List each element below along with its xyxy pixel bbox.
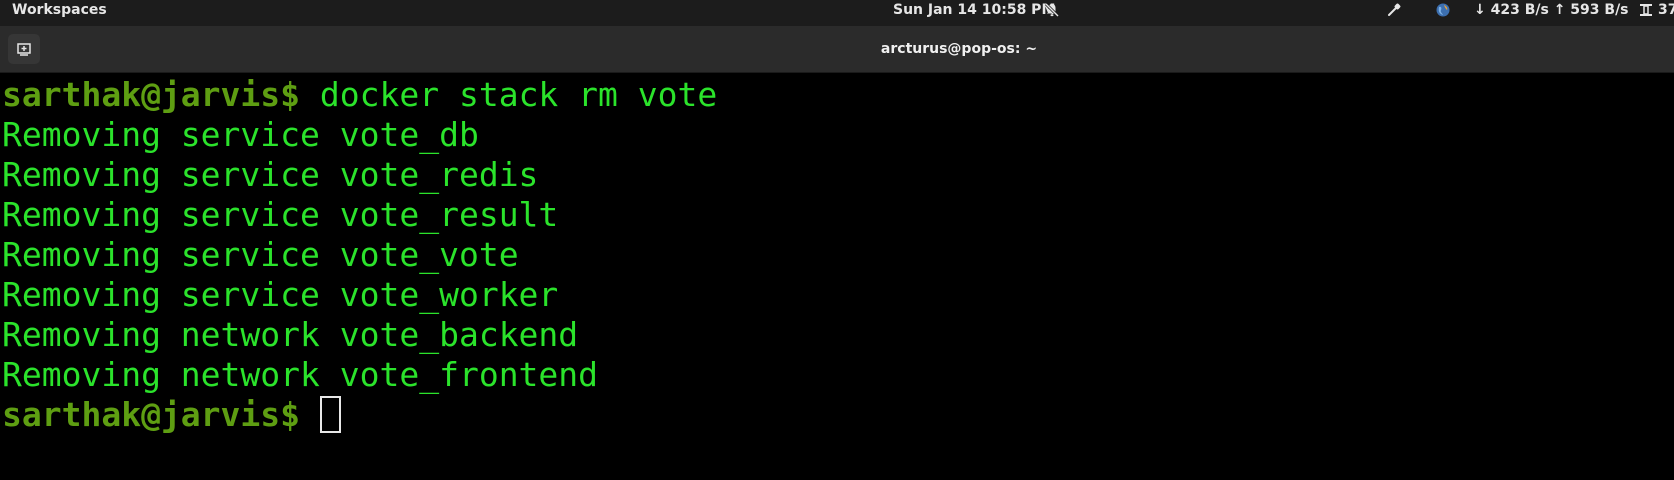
command-text: docker stack rm vote [319,75,718,114]
output-line: Removing service vote_db [2,115,479,154]
output-line: Removing service vote_worker [2,275,559,314]
pipette-icon[interactable] [1386,0,1402,26]
text-cursor [319,396,341,433]
globe-icon[interactable] [1435,0,1451,26]
terminal-header-bar: arcturus@pop-os: ~ [0,26,1674,73]
network-speed-indicator[interactable]: ↓ 423 B/s ↑ 593 B/s [1474,0,1629,26]
workspaces-button[interactable]: Workspaces [12,0,107,26]
window-title: arcturus@pop-os: ~ [880,41,1038,57]
output-line: Removing service vote_redis [2,155,539,194]
bell-off-icon[interactable] [1044,0,1060,26]
shell-prompt: sarthak@jarvis$ [2,395,301,434]
output-line: Removing service vote_vote [2,235,519,274]
system-monitor-icon[interactable] [1638,0,1654,26]
output-line: Removing network vote_frontend [2,355,599,394]
terminal-output[interactable]: sarthak@jarvis$ docker stack rm vote Rem… [0,74,1674,480]
new-tab-icon [17,43,31,56]
input-line[interactable]: sarthak@jarvis$ [2,394,341,435]
shell-prompt: sarthak@jarvis$ [2,75,301,114]
command-line: sarthak@jarvis$ docker stack rm vote [2,74,717,115]
new-tab-button[interactable] [8,34,40,64]
system-monitor-value[interactable]: 37 [1658,0,1674,26]
system-top-bar: Workspaces Sun Jan 14 10:58 PM ↓ 423 B/s… [0,0,1674,26]
clock[interactable]: Sun Jan 14 10:58 PM [893,0,1055,26]
output-line: Removing network vote_backend [2,315,579,354]
output-line: Removing service vote_result [2,195,559,234]
